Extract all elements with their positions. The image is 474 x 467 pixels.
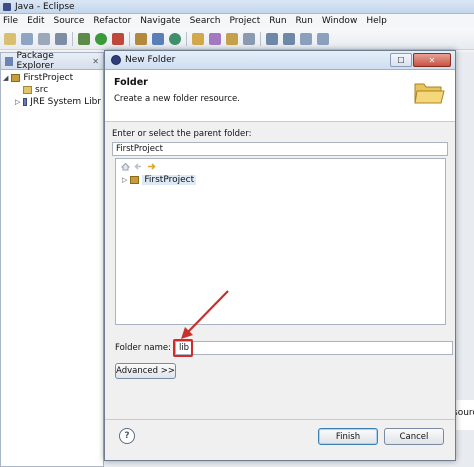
main-toolbar: [0, 28, 474, 50]
print-icon[interactable]: [55, 32, 67, 45]
parent-folder-input[interactable]: FirstProject: [112, 142, 448, 156]
save-all-icon[interactable]: [38, 32, 50, 45]
window-controls: ☐ ✕: [390, 53, 451, 67]
toolbar-separator: [260, 31, 261, 46]
toolbar-separator: [129, 31, 130, 46]
back-icon[interactable]: [300, 32, 312, 45]
folder-tree[interactable]: ▷ FirstProject: [115, 158, 446, 325]
edit-icon[interactable]: [243, 32, 255, 45]
package-explorer-tab[interactable]: Package Explorer ✕: [1, 51, 103, 71]
collapse-arrow-icon[interactable]: ▷: [122, 176, 127, 184]
advanced-button[interactable]: Advanced >>: [115, 363, 176, 379]
highlight-box: [172, 339, 193, 357]
source-folder-icon: [23, 86, 32, 94]
save-icon[interactable]: [21, 32, 33, 45]
help-icon[interactable]: ?: [119, 428, 135, 444]
close-icon: ✕: [428, 55, 436, 65]
menu-search[interactable]: Search: [190, 16, 221, 26]
menu-navigate[interactable]: Navigate: [140, 16, 180, 26]
tree-item-label: FirstProject: [142, 175, 197, 185]
tree-item-label: FirstProject: [23, 73, 74, 83]
forward-icon[interactable]: [147, 162, 156, 171]
debug-icon[interactable]: [78, 32, 90, 45]
menu-project[interactable]: Project: [229, 16, 260, 26]
folder-name-row: Folder name: lib: [115, 339, 453, 357]
toolbar-separator: [72, 31, 73, 46]
dialog-title: New Folder: [125, 55, 176, 65]
external-tools-icon[interactable]: [112, 32, 124, 45]
new-class-icon[interactable]: [169, 32, 181, 45]
eclipse-dialog-icon: [111, 55, 121, 65]
dialog-content: Enter or select the parent folder: First…: [105, 129, 455, 156]
tree-item-label: JRE System Libr: [30, 97, 101, 107]
menu-run-2[interactable]: Run: [296, 16, 313, 26]
menu-file[interactable]: File: [3, 16, 18, 26]
finish-button[interactable]: Finish: [318, 428, 378, 445]
next-annotation-icon[interactable]: [266, 32, 278, 45]
search-icon[interactable]: [209, 32, 221, 45]
menu-run[interactable]: Run: [269, 16, 286, 26]
new-folder-dialog: New Folder ☐ ✕ Folder Create a new folde…: [104, 50, 456, 461]
prev-annotation-icon[interactable]: [283, 32, 295, 45]
maximize-icon: ☐: [397, 55, 405, 65]
cancel-button[interactable]: Cancel: [384, 428, 444, 445]
package-explorer-icon: [5, 56, 14, 66]
expand-arrow-icon[interactable]: ◢: [3, 74, 8, 82]
menu-refactor[interactable]: Refactor: [93, 16, 131, 26]
banner-description: Create a new folder resource.: [114, 94, 240, 104]
dialog-banner: Folder Create a new folder resource.: [105, 70, 455, 122]
run-icon[interactable]: [95, 32, 107, 45]
parent-folder-label: Enter or select the parent folder:: [112, 129, 252, 139]
tree-item-src[interactable]: src: [3, 84, 101, 96]
close-button[interactable]: ✕: [413, 53, 451, 67]
open-type-icon[interactable]: [192, 32, 204, 45]
forward-icon[interactable]: [317, 32, 329, 45]
package-explorer-tab-label: Package Explorer: [16, 51, 54, 71]
tree-item-firstproject[interactable]: ▷ FirstProject: [116, 174, 445, 186]
toolbar-separator: [186, 31, 187, 46]
window-titlebar: Java - Eclipse: [0, 0, 474, 14]
annotation-icon[interactable]: [226, 32, 238, 45]
folder-wizard-icon: [414, 83, 445, 104]
menu-edit[interactable]: Edit: [27, 16, 44, 26]
menu-help[interactable]: Help: [366, 16, 387, 26]
tree-nav-toolbar: [116, 159, 445, 174]
tree-item-label: src: [35, 85, 49, 95]
menubar: File Edit Source Refactor Navigate Searc…: [0, 14, 474, 28]
side-fragment-text: source: [453, 408, 474, 418]
new-package-icon[interactable]: [152, 32, 164, 45]
project-icon: [130, 176, 140, 184]
menu-source[interactable]: Source: [54, 16, 85, 26]
folder-name-input[interactable]: lib: [174, 341, 453, 355]
folder-name-label: Folder name:: [115, 343, 171, 353]
window-title: Java - Eclipse: [15, 1, 75, 12]
project-icon: [11, 74, 21, 82]
tree-item-jre[interactable]: ▷ JRE System Libr: [3, 96, 101, 108]
package-explorer: Package Explorer ✕ ◢ FirstProject src ▷ …: [0, 51, 104, 467]
eclipse-app-icon: [3, 2, 11, 11]
home-icon[interactable]: [121, 162, 130, 171]
footer-divider: [105, 419, 455, 420]
library-icon: [23, 98, 28, 106]
dialog-titlebar: New Folder ☐ ✕: [105, 51, 455, 70]
collapse-arrow-icon[interactable]: ▷: [15, 98, 20, 106]
banner-title: Folder: [114, 77, 148, 88]
maximize-button[interactable]: ☐: [390, 53, 412, 67]
close-icon[interactable]: ✕: [92, 57, 99, 66]
tree-item-firstproject[interactable]: ◢ FirstProject: [3, 72, 101, 84]
new-java-project-icon[interactable]: [135, 32, 147, 45]
new-icon[interactable]: [4, 32, 16, 45]
back-icon[interactable]: [134, 162, 143, 171]
menu-window[interactable]: Window: [322, 16, 358, 26]
